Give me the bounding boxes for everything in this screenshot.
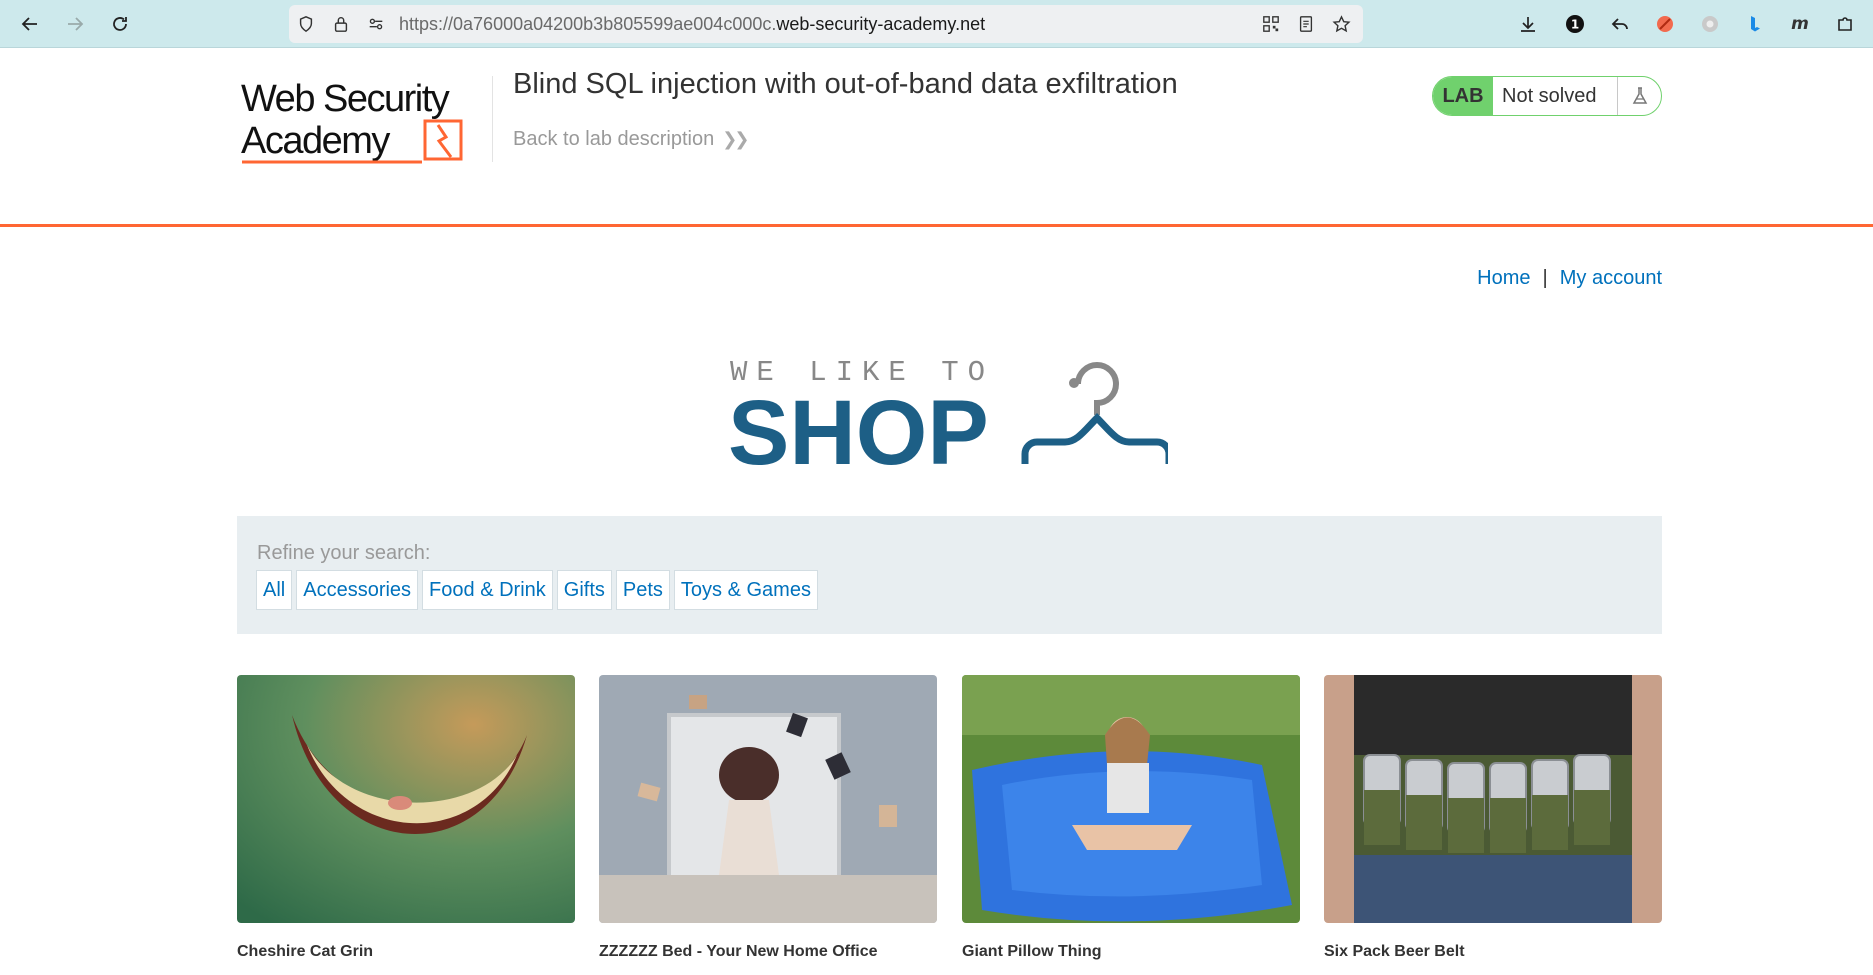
product-card[interactable]: Cheshire Cat Grin	[237, 675, 575, 961]
my-account-link[interactable]: My account	[1560, 267, 1662, 289]
lock-icon[interactable]	[331, 14, 351, 34]
filter-all[interactable]: All	[256, 570, 293, 610]
nav-separator: |	[1542, 267, 1548, 289]
download-icon[interactable]	[1514, 10, 1542, 38]
product-card[interactable]: ZZZZZZ Bed - Your New Home Office	[599, 675, 937, 961]
shop-logo-bottom: SHOP	[728, 382, 989, 476]
bookmark-star-icon[interactable]	[1331, 14, 1351, 34]
blocker-extension-icon[interactable]	[1651, 10, 1679, 38]
forward-arrow-icon[interactable]	[61, 10, 89, 38]
lab-status-widget: LAB Not solved	[1432, 76, 1662, 116]
svg-text:1: 1	[1571, 18, 1579, 32]
bing-icon[interactable]	[1741, 10, 1769, 38]
filter-accessories[interactable]: Accessories	[296, 570, 419, 610]
filter-toys-games[interactable]: Toys & Games	[673, 570, 818, 610]
lab-status-text: Not solved	[1502, 84, 1597, 107]
product-card[interactable]: Giant Pillow Thing	[962, 675, 1300, 961]
flask-icon	[1617, 77, 1661, 115]
back-link-label: Back to lab description	[513, 128, 715, 150]
qr-code-icon[interactable]	[1261, 14, 1281, 34]
product-name: Giant Pillow Thing	[962, 943, 1102, 960]
reload-icon[interactable]	[106, 10, 134, 38]
product-image-giant-pillow-thing[interactable]	[962, 675, 1300, 923]
category-filters: All Accessories Food & Drink Gifts Pets …	[256, 570, 818, 610]
product-card[interactable]: Six Pack Beer Belt	[1324, 675, 1662, 961]
product-name: Cheshire Cat Grin	[237, 943, 374, 960]
we-like-to-shop-logo: WE LIKE TO SHOP	[728, 356, 1168, 476]
browser-toolbar: https://0a76000a04200b3b805599ae004c000c…	[0, 0, 1873, 48]
logo-line1: Web Security	[241, 78, 450, 120]
product-image-zzzzzz-bed[interactable]	[599, 675, 937, 923]
shield-icon[interactable]	[296, 14, 316, 34]
back-arrow-icon[interactable]	[16, 10, 44, 38]
svg-text:m: m	[1791, 14, 1809, 34]
header-divider	[492, 76, 493, 162]
address-bar[interactable]: https://0a76000a04200b3b805599ae004c000c…	[289, 5, 1363, 43]
product-name: ZZZZZZ Bed - Your New Home Office	[599, 943, 878, 960]
back-to-lab-description-link[interactable]: Back to lab description ❯❯	[513, 128, 749, 151]
password-manager-icon[interactable]: 1	[1561, 10, 1589, 38]
product-grid: Cheshire Cat Grin ZZZZZZ Bed - Your New …	[237, 675, 1662, 975]
product-name: Six Pack Beer Belt	[1324, 943, 1465, 960]
extension-gray-icon[interactable]	[1696, 10, 1724, 38]
logo-line2: Academy	[241, 120, 390, 162]
lab-badge: LAB	[1433, 77, 1493, 115]
reader-view-icon[interactable]	[1296, 14, 1316, 34]
undo-icon[interactable]	[1606, 10, 1634, 38]
m-extension-icon[interactable]: m	[1786, 10, 1814, 38]
product-image-cheshire-cat-grin[interactable]	[237, 675, 575, 923]
extensions-puzzle-icon[interactable]	[1831, 10, 1859, 38]
filter-pets[interactable]: Pets	[615, 570, 670, 610]
url-host: web-security-academy.net	[776, 14, 986, 34]
refine-search-label: Refine your search:	[257, 542, 431, 564]
double-chevron-right-icon: ❯❯	[722, 129, 749, 149]
web-security-academy-logo[interactable]: Web Security Academy	[240, 73, 490, 171]
filter-gifts[interactable]: Gifts	[556, 570, 612, 610]
lab-header: Web Security Academy Blind SQL injection…	[0, 48, 1873, 227]
filter-food-drink[interactable]: Food & Drink	[422, 570, 553, 610]
url-text[interactable]: https://0a76000a04200b3b805599ae004c000c…	[399, 5, 985, 43]
filter-panel: Refine your search: All Accessories Food…	[237, 516, 1662, 634]
site-permissions-icon[interactable]	[366, 14, 386, 34]
home-link[interactable]: Home	[1477, 267, 1530, 289]
product-image-six-pack-beer-belt[interactable]	[1324, 675, 1662, 923]
url-prefix: https://0a76000a04200b3b805599ae004c000c…	[399, 14, 777, 34]
top-navigation: Home | My account	[1477, 267, 1662, 290]
lab-title: Blind SQL injection with out-of-band dat…	[513, 68, 1178, 100]
